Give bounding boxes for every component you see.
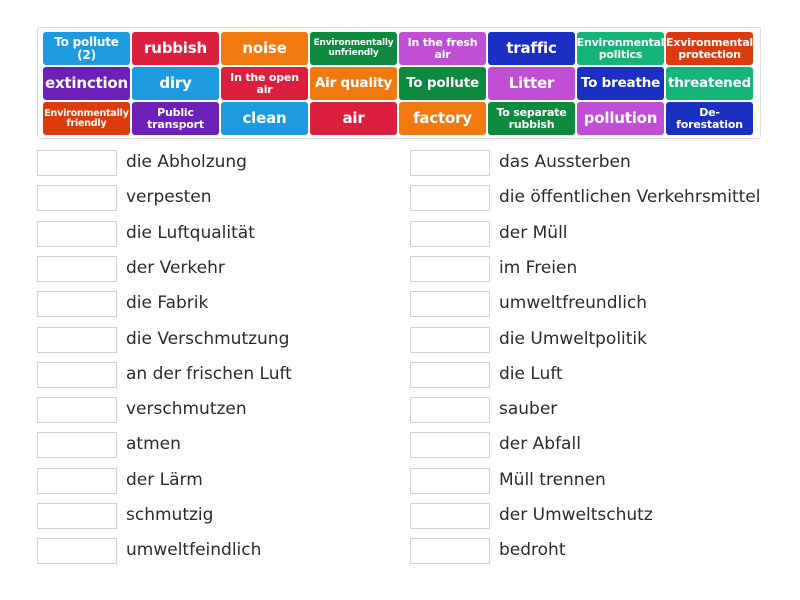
german-term: die öffentlichen Verkehrsmittel — [499, 187, 761, 208]
answer-tile[interactable]: Exvironmental protection — [666, 32, 753, 65]
answer-tile[interactable]: To pollute (2) — [43, 32, 130, 65]
answer-tile[interactable]: To separate rubbish — [488, 102, 575, 135]
answer-tile[interactable]: Environmentally friendly — [43, 102, 130, 135]
german-term: bedroht — [499, 540, 566, 561]
drop-slot[interactable] — [410, 220, 490, 247]
german-term: umweltfreundlich — [499, 293, 648, 314]
german-term: umweltfeindlich — [126, 540, 262, 561]
drop-slot[interactable] — [410, 326, 490, 353]
answer-tile[interactable]: extinction — [43, 67, 130, 100]
answer-tile[interactable]: Litter — [488, 67, 575, 100]
answer-tile-bank: To pollute (2) rubbish noise Environmentall… — [37, 27, 761, 139]
answer-tile[interactable]: Public transport — [132, 102, 219, 135]
answer-tile[interactable]: noise — [221, 32, 308, 65]
german-term: die Umweltpolitik — [499, 328, 648, 349]
drop-slot[interactable] — [410, 432, 490, 459]
drop-slot[interactable] — [37, 467, 117, 494]
answer-tile[interactable]: clean — [221, 102, 308, 135]
drop-slot[interactable] — [37, 503, 117, 529]
german-term: die Verschmutzung — [126, 328, 290, 349]
german-term: der Abfall — [499, 434, 581, 455]
german-term: die Luft — [499, 363, 563, 384]
german-term: verpesten — [126, 187, 212, 208]
german-term: der Lärm — [126, 469, 203, 490]
drop-slot[interactable] — [37, 291, 117, 318]
drop-slot[interactable] — [37, 326, 117, 353]
drop-slot[interactable] — [410, 467, 490, 494]
answer-tile[interactable]: To pollute — [399, 67, 486, 100]
answer-tile[interactable]: To breathe — [577, 67, 664, 100]
german-term: atmen — [126, 434, 181, 455]
drop-slot[interactable] — [410, 150, 490, 176]
drop-slot[interactable] — [37, 255, 117, 282]
drop-slot[interactable] — [410, 255, 490, 282]
drop-slot[interactable] — [37, 538, 117, 565]
answer-tile[interactable]: threatened — [666, 67, 753, 100]
drop-slot[interactable] — [37, 185, 117, 212]
german-term: der Müll — [499, 222, 568, 243]
drop-slot[interactable] — [410, 185, 490, 212]
german-term: sauber — [499, 399, 558, 420]
german-term: der Umweltschutz — [499, 505, 653, 525]
answer-tile[interactable]: In the fresh air — [399, 32, 486, 65]
german-term: der Verkehr — [126, 257, 225, 278]
drop-slot[interactable] — [37, 220, 117, 247]
answer-tile[interactable]: De-forestation — [666, 102, 753, 135]
german-term: das Aussterben — [499, 152, 631, 172]
german-term: Müll trennen — [499, 469, 606, 490]
german-term: die Fabrik — [126, 293, 209, 314]
drop-slot[interactable] — [37, 432, 117, 459]
answer-tile[interactable]: Environmental politics — [577, 32, 664, 65]
answer-tile[interactable]: Environmentally unfriendly — [310, 32, 397, 65]
drop-slot[interactable] — [37, 150, 117, 176]
german-term: verschmutzen — [126, 399, 247, 420]
answer-tile[interactable]: air — [310, 102, 397, 135]
drop-slot[interactable] — [37, 361, 117, 388]
german-term: an der frischen Luft — [126, 363, 292, 384]
tile-grid: To pollute (2) rubbish noise Environmentall… — [43, 32, 753, 135]
answer-tile[interactable]: factory — [399, 102, 486, 135]
answer-tile[interactable]: diry — [132, 67, 219, 100]
answer-tile[interactable]: In the open air — [221, 67, 308, 100]
drop-slot[interactable] — [410, 361, 490, 388]
drop-slot[interactable] — [410, 397, 490, 424]
drop-slot[interactable] — [410, 503, 490, 529]
german-term: schmutzig — [126, 505, 214, 525]
drop-slot[interactable] — [37, 397, 117, 424]
german-term: im Freien — [499, 257, 578, 278]
drop-slot[interactable] — [410, 538, 490, 565]
answer-tile[interactable]: pollution — [577, 102, 664, 135]
answer-tile[interactable]: Air quality — [310, 67, 397, 100]
answer-tile[interactable]: rubbish — [132, 32, 219, 65]
german-term: die Luftqualität — [126, 222, 255, 243]
answer-tile[interactable]: traffic — [488, 32, 575, 65]
drop-slot[interactable] — [410, 291, 490, 318]
german-term: die Abholzung — [126, 152, 247, 172]
